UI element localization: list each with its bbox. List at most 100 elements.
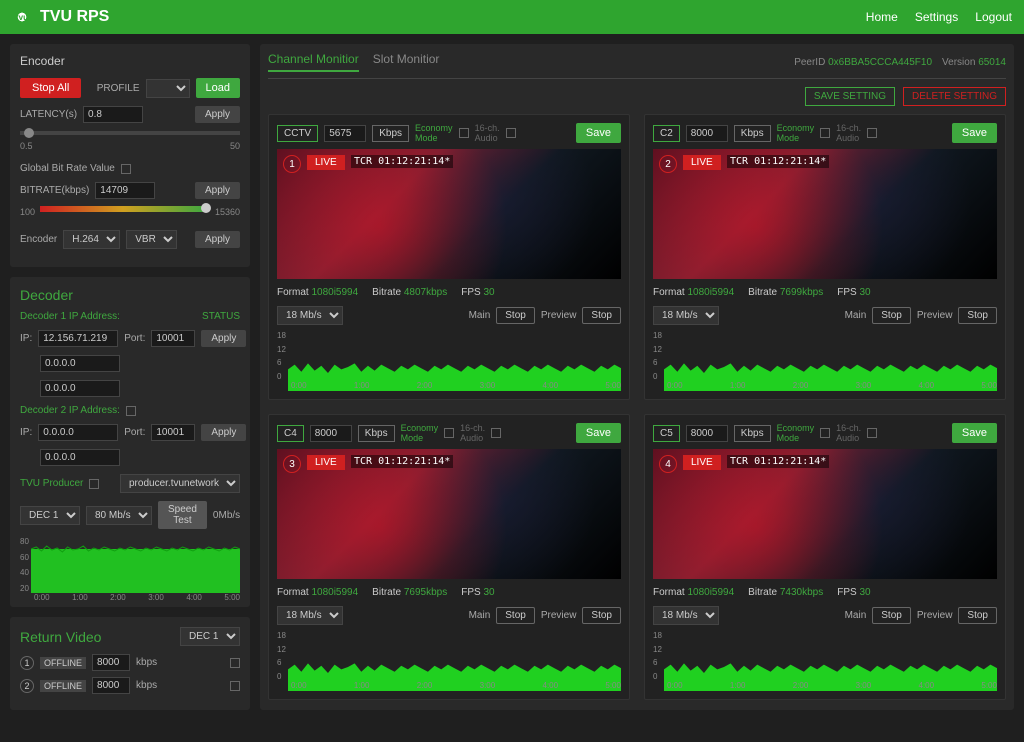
bitrate-slider[interactable] [40,206,206,212]
port-label-2: Port: [124,427,145,438]
channel-preview[interactable]: 1 LIVE TCR 01:12:21:14* [277,149,621,279]
preview-stop-button[interactable]: Stop [582,307,621,324]
producer-url-select[interactable]: producer.tvunetworks.com [120,474,240,493]
latency-max: 50 [230,141,240,151]
channel-bandwidth-select[interactable]: 18 Mb/s [653,306,719,325]
decoder-chart: 80 60 40 20 0:001:002:003:004:005:00 [20,537,240,597]
economy-mode-toggle[interactable]: EconomyMode [401,423,439,443]
channel-preview[interactable]: 2 LIVE TCR 01:12:21:14* [653,149,997,279]
ch16-audio-toggle[interactable]: 16-ch.Audio [475,123,500,143]
nav-home[interactable]: Home [866,10,898,24]
producer-checkbox[interactable] [89,479,99,489]
global-bitrate-checkbox[interactable] [121,164,131,174]
ch16-checkbox[interactable] [867,428,877,438]
preview-stop-button[interactable]: Stop [582,607,621,624]
decoder2-alt1-input[interactable] [40,449,120,466]
channel-bitrate-input[interactable] [324,125,366,142]
decoder1-apply-button[interactable]: Apply [201,330,246,347]
main-stop-button[interactable]: Stop [872,607,911,624]
speed-select[interactable]: 80 Mb/s [86,506,152,525]
main-stop-button[interactable]: Stop [496,607,535,624]
decoder1-ip-input[interactable] [38,330,118,347]
speed-test-button[interactable]: Speed Test [158,501,207,529]
rv-bitrate-2[interactable] [92,677,130,694]
economy-checkbox[interactable] [820,128,830,138]
decoder2-ip-input[interactable] [38,424,118,441]
channel-card: CCTV Kbps EconomyMode 16-ch.Audio Save 1… [268,114,630,400]
channel-preview[interactable]: 4 LIVE TCR 01:12:21:14* [653,449,997,579]
channel-number-badge: 4 [659,455,677,473]
rv-checkbox-2[interactable] [230,681,240,691]
ch16-checkbox[interactable] [506,128,516,138]
channel-save-button[interactable]: Save [952,423,997,443]
channel-card: C2 Kbps EconomyMode 16-ch.Audio Save 2 L… [644,114,1006,400]
decoder1-alt2-input[interactable] [40,380,120,397]
main-stop-button[interactable]: Stop [872,307,911,324]
nav-logout[interactable]: Logout [975,10,1012,24]
channel-bitrate-input[interactable] [310,425,352,442]
decoder1-alt1-input[interactable] [40,355,120,372]
load-button[interactable]: Load [196,78,240,98]
delete-setting-button[interactable]: DELETE SETTING [903,87,1006,106]
preview-stop-button[interactable]: Stop [958,307,997,324]
latency-min: 0.5 [20,141,33,151]
preview-label: Preview [917,610,953,621]
rv-status-2: OFFLINE [40,680,86,692]
profile-select[interactable] [146,79,190,98]
monitor-panel: Channel Monitior Slot Monitior PeerID 0x… [260,44,1014,710]
bitrate-input[interactable] [95,182,155,199]
return-video-dec-select[interactable]: DEC 1 [180,627,240,646]
latency-apply-button[interactable]: Apply [195,106,240,123]
ch16-audio-toggle[interactable]: 16-ch.Audio [836,123,861,143]
decoder1-port-input[interactable] [151,330,195,347]
ch16-checkbox[interactable] [491,428,501,438]
latency-slider[interactable] [20,131,240,135]
fps-stat: FPS 30 [461,287,494,298]
codec-select[interactable]: H.264 [63,230,120,249]
economy-checkbox[interactable] [820,428,830,438]
channel-number-badge: 2 [659,155,677,173]
main-stop-button[interactable]: Stop [496,307,535,324]
channel-save-button[interactable]: Save [576,423,621,443]
channel-kbps-label: Kbps [734,125,771,142]
encoder-title: Encoder [20,54,240,68]
rate-mode-select[interactable]: VBR [126,230,177,249]
encoder-apply-button[interactable]: Apply [195,231,240,248]
status-label: STATUS [202,311,240,322]
channel-save-button[interactable]: Save [576,123,621,143]
preview-stop-button[interactable]: Stop [958,607,997,624]
tcr-display: TCR 01:12:21:14* [727,455,829,468]
decoder-select[interactable]: DEC 1 [20,506,80,525]
tab-channel-monitor[interactable]: Channel Monitior [268,52,359,72]
decoder2-apply-button[interactable]: Apply [201,424,246,441]
bitrate-apply-button[interactable]: Apply [195,182,240,199]
save-setting-button[interactable]: SAVE SETTING [805,87,895,106]
channel-preview[interactable]: 3 LIVE TCR 01:12:21:14* [277,449,621,579]
channel-bitrate-input[interactable] [686,425,728,442]
tab-slot-monitor[interactable]: Slot Monitior [373,52,440,72]
economy-mode-toggle[interactable]: EconomyMode [777,123,815,143]
ch16-checkbox[interactable] [867,128,877,138]
format-label: Format 1080i5994 [277,287,358,298]
ch16-audio-toggle[interactable]: 16-ch.Audio [460,423,485,443]
channel-save-button[interactable]: Save [952,123,997,143]
economy-mode-toggle[interactable]: EconomyMode [777,423,815,443]
nav-settings[interactable]: Settings [915,10,958,24]
rv-bitrate-1[interactable] [92,654,130,671]
decoder2-port-input[interactable] [151,424,195,441]
channel-bitrate-input[interactable] [686,125,728,142]
economy-checkbox[interactable] [444,428,454,438]
channel-bandwidth-select[interactable]: 18 Mb/s [653,606,719,625]
economy-checkbox[interactable] [459,128,469,138]
channel-bandwidth-select[interactable]: 18 Mb/s [277,306,343,325]
ip-label-2: IP: [20,427,32,438]
channel-number-badge: 1 [283,155,301,173]
decoder2-enable-checkbox[interactable] [126,406,136,416]
economy-mode-toggle[interactable]: EconomyMode [415,123,453,143]
main-label: Main [845,610,867,621]
stop-all-button[interactable]: Stop All [20,78,81,98]
latency-input[interactable] [83,106,143,123]
rv-checkbox-1[interactable] [230,658,240,668]
ch16-audio-toggle[interactable]: 16-ch.Audio [836,423,861,443]
channel-bandwidth-select[interactable]: 18 Mb/s [277,606,343,625]
